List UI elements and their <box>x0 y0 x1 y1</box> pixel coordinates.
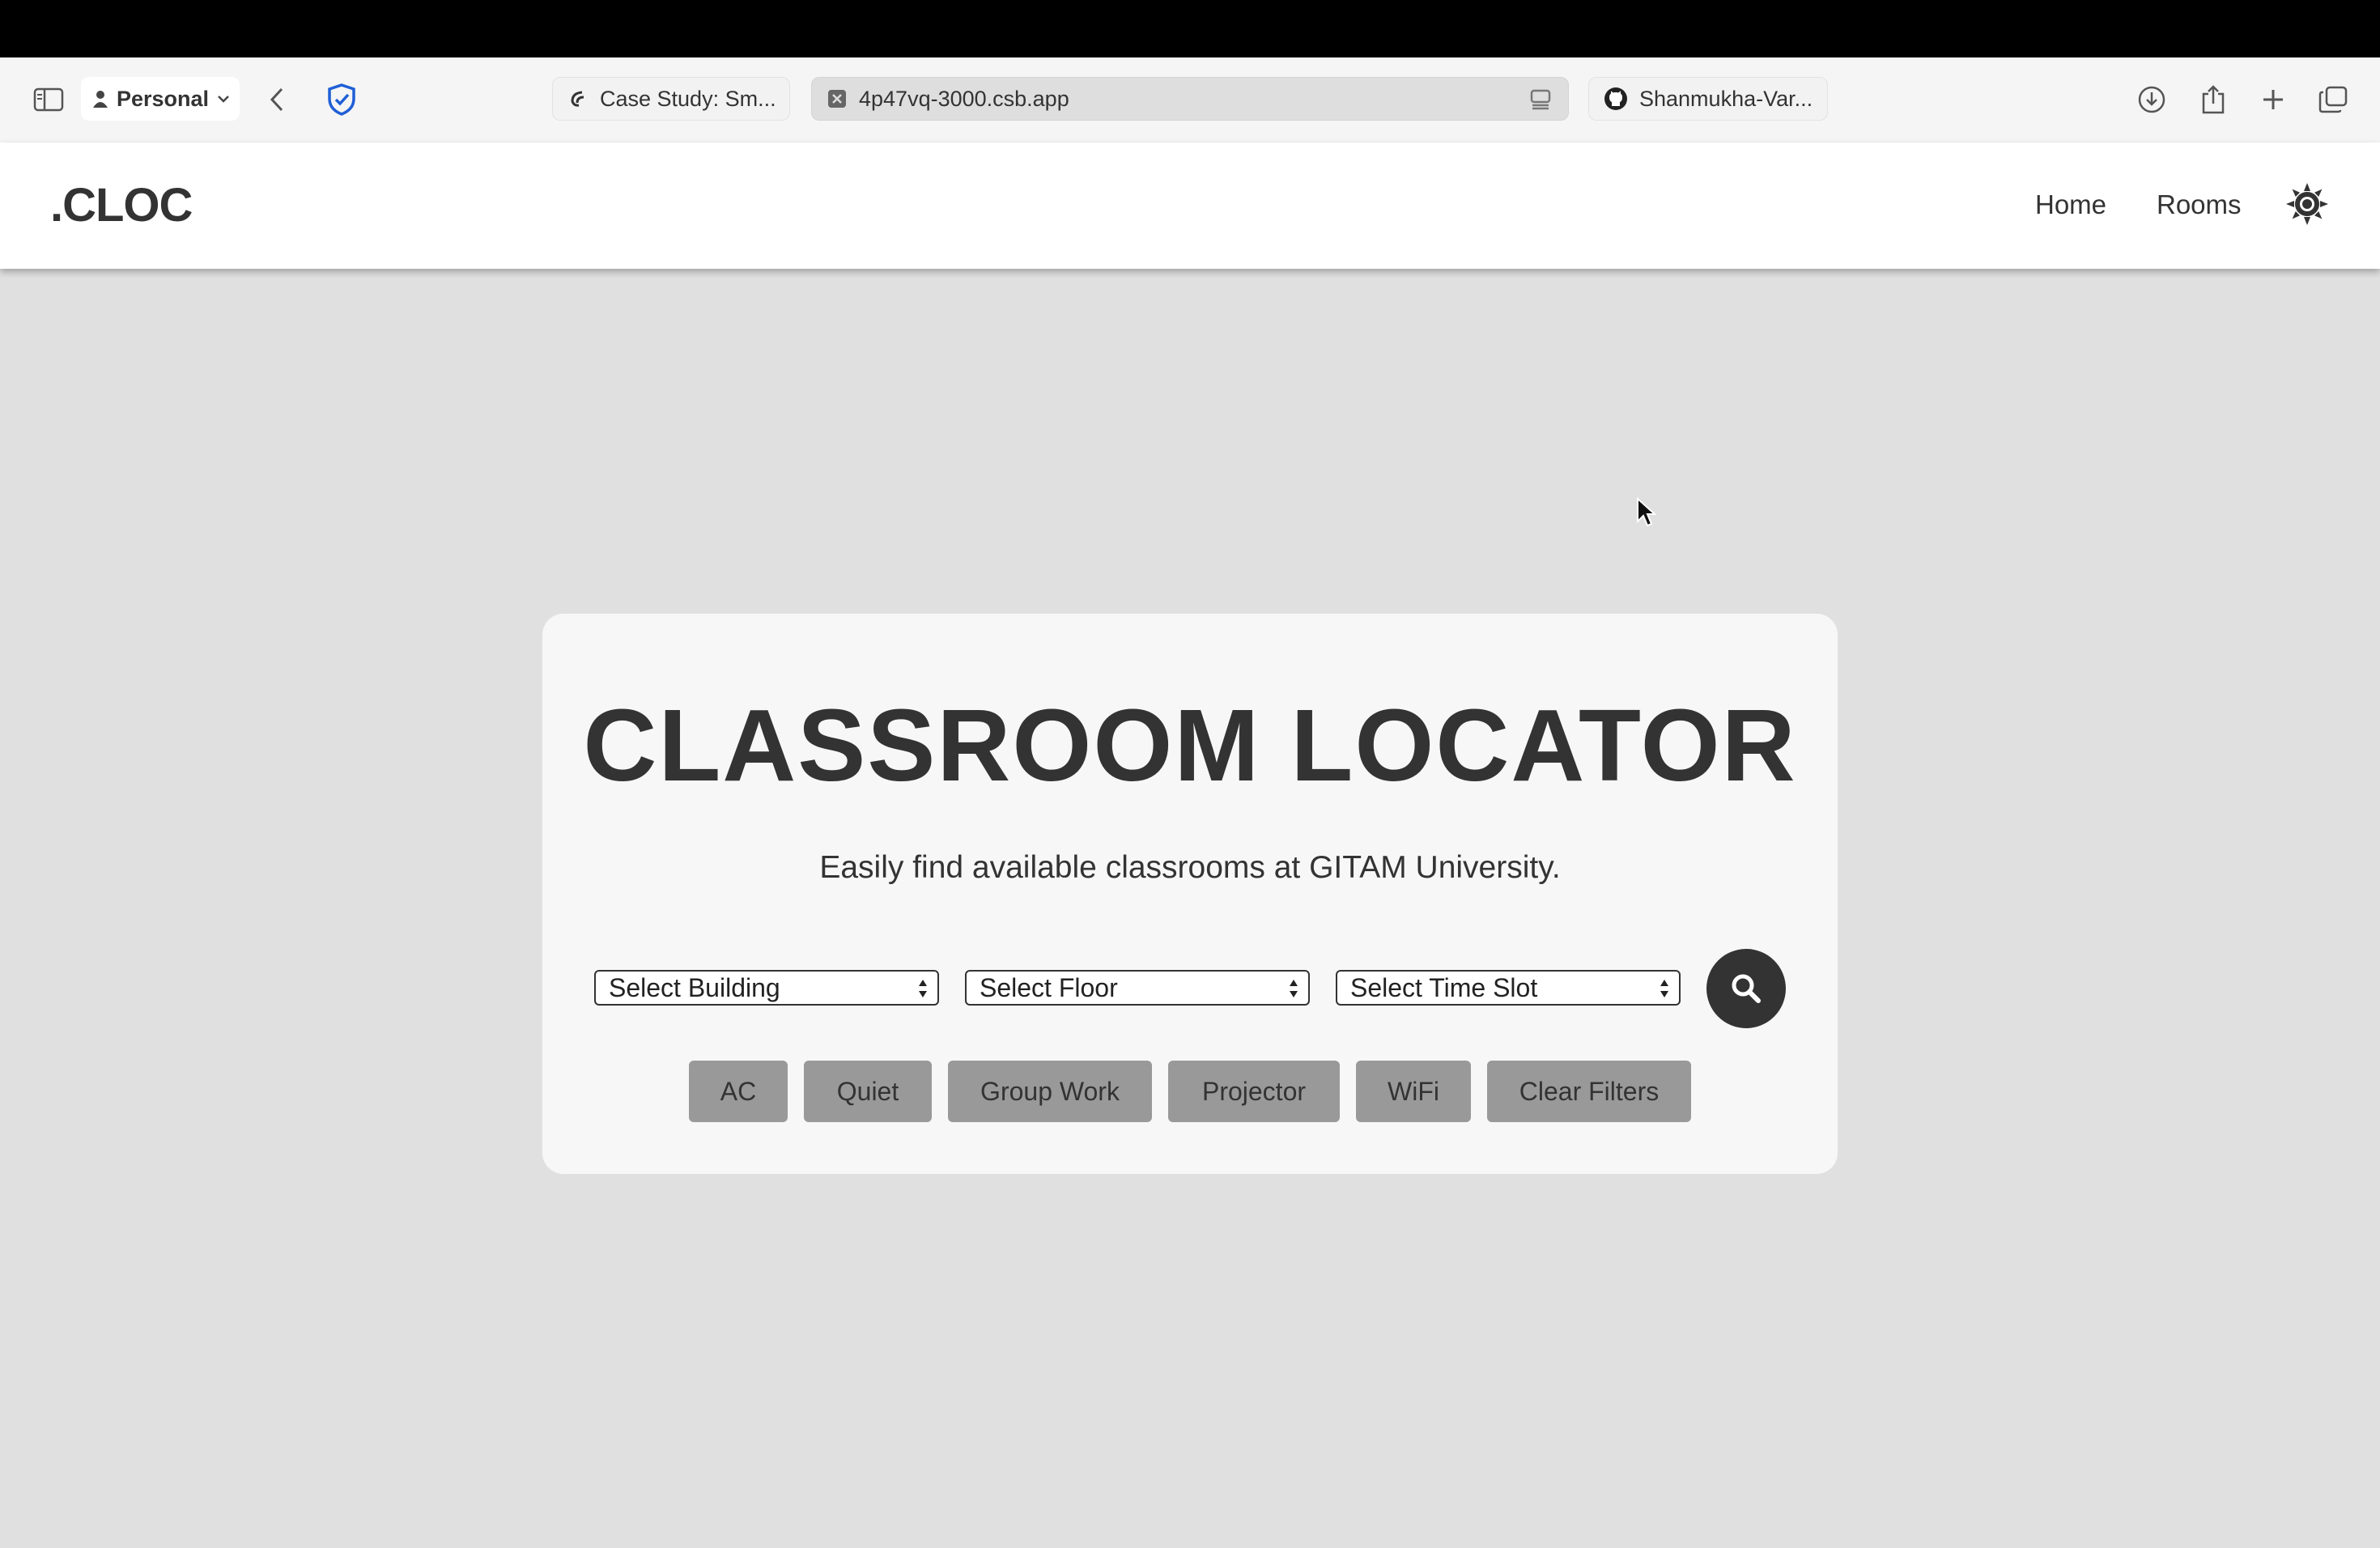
share-icon[interactable] <box>2195 82 2231 117</box>
profile-switcher[interactable]: Personal <box>81 77 240 121</box>
filter-group-work-button[interactable]: Group Work <box>948 1061 1152 1122</box>
nav-rooms-link[interactable]: Rooms <box>2157 189 2242 220</box>
shield-icon[interactable] <box>324 82 359 117</box>
site-favicon-icon <box>571 91 584 107</box>
filter-wifi-button[interactable]: WiFi <box>1356 1061 1471 1122</box>
sun-icon[interactable] <box>2284 181 2330 227</box>
github-icon <box>1604 87 1627 110</box>
search-card: CLASSROOM LOCATOR Easily find available … <box>542 614 1838 1174</box>
address-url[interactable]: 4p47vq-3000.csb.app <box>859 87 1069 112</box>
page-subtitle: Easily find available classrooms at GITA… <box>819 850 1561 885</box>
back-arrow-icon[interactable] <box>259 82 295 117</box>
mouse-cursor-icon <box>1637 497 1657 527</box>
tab-case-study[interactable]: Case Study: Sm... <box>552 77 790 121</box>
tabs-overview-icon[interactable] <box>2315 82 2351 117</box>
floor-select-value: Select Floor <box>980 973 1118 1002</box>
time-slot-select[interactable]: Select Time Slot <box>1336 970 1681 1006</box>
floor-select[interactable]: Select Floor <box>965 970 1310 1006</box>
browser-toolbar: Personal Case Study: Sm... 4p47vq-3000.c… <box>0 57 2380 143</box>
search-icon <box>1732 974 1761 1003</box>
select-arrows-icon <box>1290 980 1298 997</box>
clear-filters-button[interactable]: Clear Filters <box>1487 1061 1691 1122</box>
filter-quiet-button[interactable]: Quiet <box>804 1061 932 1122</box>
tab-active-csb[interactable]: 4p47vq-3000.csb.app <box>811 77 1569 121</box>
nav-home-link[interactable]: Home <box>2035 189 2106 220</box>
building-select-value: Select Building <box>609 973 780 1002</box>
tab-github[interactable]: Shanmukha-Var... <box>1588 77 1828 121</box>
reader-icon[interactable] <box>1529 89 1552 110</box>
time-slot-select-value: Select Time Slot <box>1350 973 1538 1002</box>
plus-icon[interactable] <box>2255 82 2291 117</box>
search-button[interactable] <box>1706 949 1786 1028</box>
codesandbox-favicon-icon <box>828 90 846 108</box>
filter-ac-button[interactable]: AC <box>689 1061 788 1122</box>
select-arrows-icon <box>1660 980 1668 997</box>
tab-label: Case Study: Sm... <box>600 86 776 111</box>
building-select[interactable]: Select Building <box>594 970 939 1006</box>
profile-label: Personal <box>117 86 210 111</box>
chevron-down-icon <box>218 96 229 103</box>
select-arrows-icon <box>919 980 927 997</box>
sidebar-icon[interactable] <box>31 82 66 117</box>
menu-bar <box>0 0 2380 57</box>
site-logo[interactable]: .CLOC <box>50 178 193 232</box>
page-title: CLASSROOM LOCATOR <box>583 688 1797 802</box>
download-icon[interactable] <box>2134 82 2170 117</box>
site-navbar: .CLOC Home Rooms <box>0 142 2380 269</box>
person-icon <box>93 91 108 108</box>
filter-projector-button[interactable]: Projector <box>1168 1061 1340 1122</box>
filter-bar: AC Quiet Group Work Projector WiFi Clear… <box>542 1061 1838 1122</box>
tab-label: Shanmukha-Var... <box>1639 86 1813 111</box>
